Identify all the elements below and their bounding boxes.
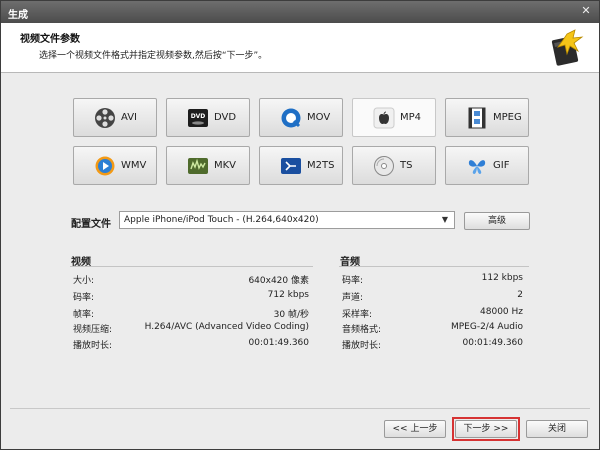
audio-format-label: 音频格式: [342,325,382,335]
format-mkv-button[interactable]: MKV [166,146,250,185]
next-button[interactable]: 下一步 >> [455,420,517,438]
close-button[interactable]: 关闭 [526,420,588,438]
format-label: AVI [121,112,137,123]
header-subtitle: 选择一个视频文件格式并指定视频参数,然后按“下一步”。 [39,51,268,61]
svg-text:DVD: DVD [191,113,206,120]
audio-channels-value: 2 [517,290,523,300]
audio-bitrate-label: 码率: [342,276,364,286]
format-label: MOV [307,112,331,123]
format-label: GIF [493,160,510,171]
audio-divider [339,266,529,267]
advanced-button[interactable]: 高级 [464,212,530,230]
format-label: MP4 [400,112,422,123]
bluray-icon [281,158,301,174]
video-framerate-label: 帧率: [73,310,95,320]
format-label: M2TS [307,160,335,171]
video-duration-label: 播放时长: [73,341,113,351]
format-label: DVD [214,112,237,123]
audio-duration-label: 播放时长: [342,341,382,351]
format-label: TS [400,160,413,171]
window-title: 生成 [8,10,28,21]
apple-icon [373,107,395,129]
disc-icon [374,156,394,176]
video-framerate-value: 30 帧/秒 [273,310,309,320]
format-m2ts-button[interactable]: M2TS [259,146,343,185]
close-icon[interactable]: ✕ [580,5,592,17]
format-label: WMV [121,160,147,171]
format-avi-button[interactable]: AVI [73,98,157,137]
header-title: 视频文件参数 [20,34,80,45]
video-size-label: 大小: [73,276,95,286]
video-codec-label: 视频压缩: [73,325,113,335]
previous-button[interactable]: << 上一步 [384,420,446,438]
format-label: MKV [214,160,237,171]
profile-dropdown[interactable]: Apple iPhone/iPod Touch - (H.264,640x420… [119,211,455,229]
audio-samplerate-value: 48000 Hz [480,307,523,317]
film-reel-icon [95,108,115,128]
audio-bitrate-value: 112 kbps [481,273,523,283]
audio-samplerate-label: 采样率: [342,310,373,320]
audio-duration-value: 00:01:49.360 [462,338,523,348]
wizard-logo-icon [551,29,584,66]
format-mov-button[interactable]: MOV [259,98,343,137]
video-codec-value: H.264/AVC (Advanced Video Coding) [144,322,309,332]
format-dvd-button[interactable]: DVD DVD [166,98,250,137]
profile-value: Apple iPhone/iPod Touch - (H.264,640x420… [124,215,319,225]
butterfly-icon [468,160,486,174]
video-bitrate-value: 712 kbps [267,290,309,300]
format-ts-button[interactable]: TS [352,146,436,185]
generate-dialog: 生成 ✕ 视频文件参数 选择一个视频文件格式并指定视频参数,然后按“下一步”。 … [0,0,600,450]
mkv-icon [188,158,208,174]
audio-channels-label: 声道: [342,293,364,303]
format-wmv-button[interactable]: WMV [73,146,157,185]
format-mp4-button[interactable]: MP4 [352,98,436,137]
format-mpeg-button[interactable]: MPEG [445,98,529,137]
dvd-icon: DVD [188,109,208,127]
quicktime-icon [281,108,301,128]
profile-label: 配置文件 [71,219,111,230]
video-divider [70,266,313,267]
windows-media-icon [95,156,115,176]
title-bar: 生成 ✕ [1,1,599,23]
format-label: MPEG [493,112,522,123]
format-gif-button[interactable]: GIF [445,146,529,185]
video-duration-value: 00:01:49.360 [248,338,309,348]
footer-divider [10,408,590,409]
header-panel: 视频文件参数 选择一个视频文件格式并指定视频参数,然后按“下一步”。 [1,23,599,73]
video-bitrate-label: 码率: [73,293,95,303]
chevron-down-icon[interactable]: ▼ [438,213,452,227]
video-size-value: 640x420 像素 [248,276,309,286]
film-strip-icon [468,107,486,129]
audio-format-value: MPEG-2/4 Audio [450,322,523,332]
